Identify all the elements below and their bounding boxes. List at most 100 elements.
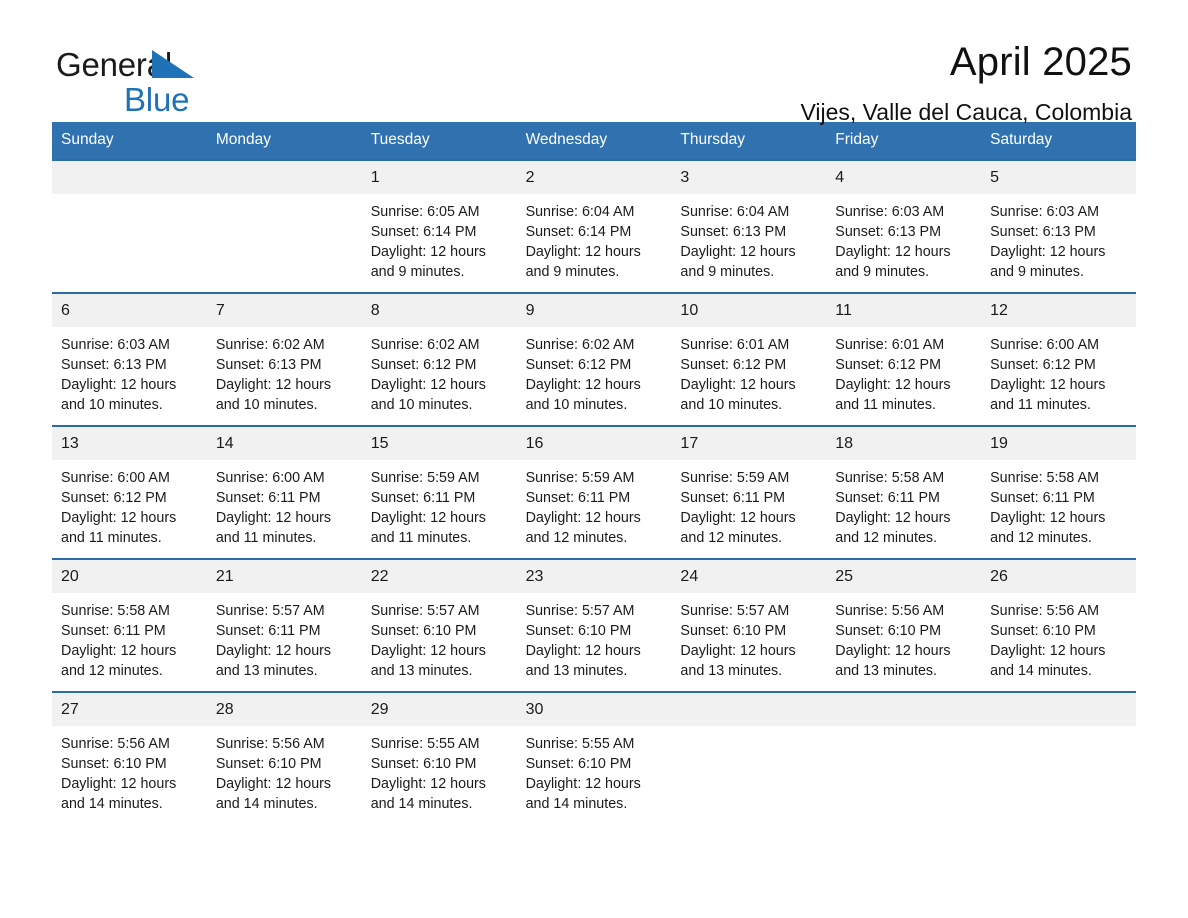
day-cell[interactable]: Sunrise: 6:03 AM Sunset: 6:13 PM Dayligh… xyxy=(981,194,1136,292)
date-number[interactable]: 18 xyxy=(826,427,981,460)
sunrise-text: Sunrise: 6:05 AM xyxy=(370,204,480,220)
date-number[interactable]: 25 xyxy=(826,560,981,593)
date-number[interactable] xyxy=(52,161,207,194)
day-cell[interactable]: Sunrise: 6:01 AM Sunset: 6:12 PM Dayligh… xyxy=(671,327,826,425)
sunrise-text: Sunrise: 5:56 AM xyxy=(61,736,170,752)
day-cell[interactable]: Sunrise: 5:55 AM Sunset: 6:10 PM Dayligh… xyxy=(517,726,672,824)
date-number[interactable]: 21 xyxy=(207,560,362,593)
day-cell[interactable]: Sunrise: 5:58 AM Sunset: 6:11 PM Dayligh… xyxy=(826,460,981,558)
day-cell[interactable]: Sunrise: 5:57 AM Sunset: 6:10 PM Dayligh… xyxy=(517,593,672,691)
date-number[interactable]: 14 xyxy=(207,427,362,460)
weekday-header-row: Sunday Monday Tuesday Wednesday Thursday… xyxy=(52,122,1136,159)
day-cell[interactable]: Sunrise: 5:58 AM Sunset: 6:11 PM Dayligh… xyxy=(52,593,207,691)
day-cell[interactable]: Sunrise: 5:59 AM Sunset: 6:11 PM Dayligh… xyxy=(362,460,517,558)
daylight-text-cont: and 10 minutes. xyxy=(370,397,473,413)
general-blue-logo: General Blue xyxy=(56,48,194,116)
day-cell[interactable]: Sunrise: 6:04 AM Sunset: 6:13 PM Dayligh… xyxy=(671,194,826,292)
day-cell[interactable]: Sunrise: 5:56 AM Sunset: 6:10 PM Dayligh… xyxy=(826,593,981,691)
date-number[interactable] xyxy=(671,693,826,726)
date-number[interactable]: 12 xyxy=(981,294,1136,327)
date-number[interactable]: 15 xyxy=(362,427,517,460)
day-cell[interactable]: Sunrise: 5:59 AM Sunset: 6:11 PM Dayligh… xyxy=(671,460,826,558)
date-number[interactable]: 30 xyxy=(517,693,672,726)
day-cell[interactable]: Sunrise: 5:56 AM Sunset: 6:10 PM Dayligh… xyxy=(981,593,1136,691)
day-cell[interactable]: Sunrise: 5:59 AM Sunset: 6:11 PM Dayligh… xyxy=(517,460,672,558)
day-cell[interactable]: Sunrise: 6:04 AM Sunset: 6:14 PM Dayligh… xyxy=(517,194,672,292)
sunrise-text: Sunrise: 6:02 AM xyxy=(215,337,325,353)
daylight-text-cont: and 12 minutes. xyxy=(525,530,628,546)
date-number[interactable]: 13 xyxy=(52,427,207,460)
day-cell[interactable]: Sunrise: 5:56 AM Sunset: 6:10 PM Dayligh… xyxy=(52,726,207,824)
date-number[interactable]: 4 xyxy=(826,161,981,194)
date-number[interactable]: 11 xyxy=(826,294,981,327)
sunrise-text: Sunrise: 5:55 AM xyxy=(525,736,635,752)
daylight-text-cont: and 14 minutes. xyxy=(61,796,163,812)
date-number[interactable]: 20 xyxy=(52,560,207,593)
date-number[interactable]: 29 xyxy=(362,693,517,726)
date-number[interactable]: 23 xyxy=(517,560,672,593)
date-number[interactable]: 27 xyxy=(52,693,207,726)
day-cell[interactable]: Sunrise: 6:02 AM Sunset: 6:12 PM Dayligh… xyxy=(362,327,517,425)
day-cell[interactable]: Sunrise: 6:05 AM Sunset: 6:14 PM Dayligh… xyxy=(362,194,517,292)
date-number[interactable]: 22 xyxy=(362,560,517,593)
day-cell[interactable]: Sunrise: 6:01 AM Sunset: 6:12 PM Dayligh… xyxy=(826,327,981,425)
date-number[interactable]: 28 xyxy=(207,693,362,726)
page-title: April 2025 xyxy=(949,40,1132,84)
sunrise-text: Sunrise: 6:04 AM xyxy=(525,204,635,220)
daylight-text: Daylight: 12 hours xyxy=(525,377,641,393)
day-cell[interactable]: Sunrise: 6:02 AM Sunset: 6:12 PM Dayligh… xyxy=(517,327,672,425)
date-number[interactable]: 7 xyxy=(207,294,362,327)
sunset-text: Sunset: 6:11 PM xyxy=(680,490,786,506)
week-row: 6 7 8 9 10 11 12 Sunrise: 6:03 AM Sunset… xyxy=(52,292,1136,425)
day-cell[interactable]: Sunrise: 6:00 AM Sunset: 6:11 PM Dayligh… xyxy=(207,460,362,558)
date-number[interactable]: 8 xyxy=(362,294,517,327)
date-number[interactable] xyxy=(207,161,362,194)
date-number[interactable]: 9 xyxy=(517,294,672,327)
daylight-text-cont: and 12 minutes. xyxy=(680,530,783,546)
date-number[interactable]: 1 xyxy=(362,161,517,194)
daylight-text: Daylight: 12 hours xyxy=(370,377,486,393)
date-number[interactable] xyxy=(826,693,981,726)
sunset-text: Sunset: 6:10 PM xyxy=(61,756,167,772)
day-cell[interactable]: Sunrise: 6:03 AM Sunset: 6:13 PM Dayligh… xyxy=(826,194,981,292)
sunrise-text: Sunrise: 5:55 AM xyxy=(370,736,480,752)
date-number[interactable]: 5 xyxy=(981,161,1136,194)
date-number[interactable]: 19 xyxy=(981,427,1136,460)
sunrise-text: Sunrise: 5:59 AM xyxy=(680,470,790,486)
title-block: April 2025 Vijes, Valle del Cauca, Colom… xyxy=(800,40,1132,125)
daylight-text-cont: and 13 minutes. xyxy=(215,663,318,679)
date-number[interactable]: 26 xyxy=(981,560,1136,593)
date-number[interactable]: 16 xyxy=(517,427,672,460)
day-cell[interactable]: Sunrise: 5:57 AM Sunset: 6:10 PM Dayligh… xyxy=(362,593,517,691)
page-masthead: General Blue April 2025 Vijes, Valle del… xyxy=(52,0,1136,125)
day-cell[interactable]: Sunrise: 6:03 AM Sunset: 6:13 PM Dayligh… xyxy=(52,327,207,425)
sunrise-text: Sunrise: 5:57 AM xyxy=(215,603,325,619)
week-row: 27 28 29 30 Sunrise: 5:56 AM Sunset: 6:1… xyxy=(52,691,1136,824)
date-number[interactable]: 24 xyxy=(671,560,826,593)
daylight-text: Daylight: 12 hours xyxy=(990,643,1106,659)
sunset-text: Sunset: 6:11 PM xyxy=(835,490,940,506)
day-cell[interactable]: Sunrise: 6:00 AM Sunset: 6:12 PM Dayligh… xyxy=(52,460,207,558)
day-cell[interactable]: Sunrise: 5:57 AM Sunset: 6:11 PM Dayligh… xyxy=(207,593,362,691)
weekday-header-wednesday: Wednesday xyxy=(525,131,608,148)
daylight-text-cont: and 14 minutes. xyxy=(215,796,318,812)
sunset-text: Sunset: 6:13 PM xyxy=(990,224,1096,240)
day-cell[interactable]: Sunrise: 6:02 AM Sunset: 6:13 PM Dayligh… xyxy=(207,327,362,425)
sunset-text: Sunset: 6:14 PM xyxy=(370,224,477,240)
day-cell[interactable]: Sunrise: 5:56 AM Sunset: 6:10 PM Dayligh… xyxy=(207,726,362,824)
day-cell[interactable]: Sunrise: 5:57 AM Sunset: 6:10 PM Dayligh… xyxy=(671,593,826,691)
weekday-header-thursday: Thursday xyxy=(680,131,746,148)
date-number[interactable] xyxy=(981,693,1136,726)
day-cell[interactable]: Sunrise: 5:58 AM Sunset: 6:11 PM Dayligh… xyxy=(981,460,1136,558)
date-number[interactable]: 3 xyxy=(671,161,826,194)
date-number[interactable]: 6 xyxy=(52,294,207,327)
sunset-text: Sunset: 6:10 PM xyxy=(525,756,632,772)
daylight-text-cont: and 13 minutes. xyxy=(525,663,628,679)
date-number[interactable]: 17 xyxy=(671,427,826,460)
day-cell[interactable]: Sunrise: 6:00 AM Sunset: 6:12 PM Dayligh… xyxy=(981,327,1136,425)
date-number[interactable]: 10 xyxy=(671,294,826,327)
daylight-text: Daylight: 12 hours xyxy=(835,643,951,659)
date-number[interactable]: 2 xyxy=(517,161,672,194)
day-cell[interactable]: Sunrise: 5:55 AM Sunset: 6:10 PM Dayligh… xyxy=(362,726,517,824)
daylight-text: Daylight: 12 hours xyxy=(61,377,177,393)
